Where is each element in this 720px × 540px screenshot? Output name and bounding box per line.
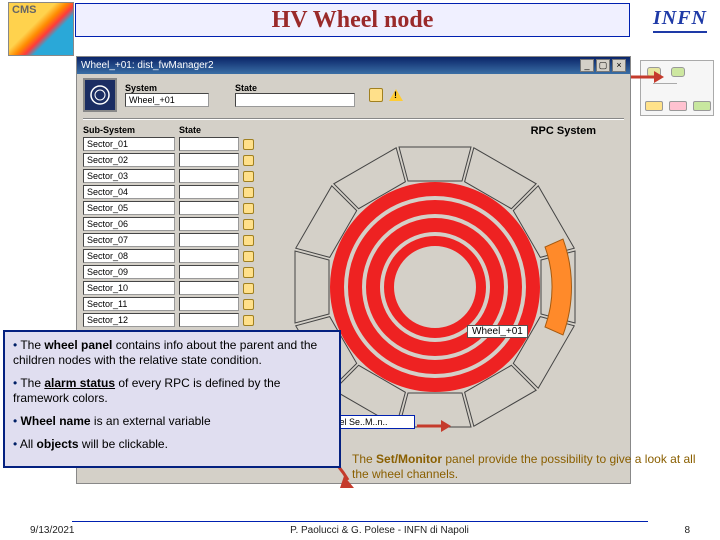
sector-state[interactable] <box>179 313 239 327</box>
sector-state[interactable] <box>179 137 239 151</box>
state-label: State <box>235 83 355 93</box>
sector-row[interactable]: Sector_10 <box>83 281 261 295</box>
footer-author: P. Paolucci & G. Polese - INFN di Napoli <box>75 525 685 536</box>
info-item-wheel-panel: The wheel panel contains info about the … <box>13 338 331 368</box>
window-max-button[interactable]: ▢ <box>596 59 610 72</box>
sector-state[interactable] <box>179 297 239 311</box>
lock-icon[interactable] <box>243 155 254 166</box>
sector-state[interactable] <box>179 265 239 279</box>
sector-row[interactable]: Sector_11 <box>83 297 261 311</box>
sector-row[interactable]: Sector_04 <box>83 185 261 199</box>
sector-name: Sector_01 <box>83 137 175 151</box>
rpc-title: RPC System <box>531 125 596 137</box>
sector-state[interactable] <box>179 233 239 247</box>
system-label: System <box>125 83 209 93</box>
sector-name: Sector_07 <box>83 233 175 247</box>
setmonitor-annotation: The Set/Monitor panel provide the possib… <box>352 452 697 482</box>
sector-state[interactable] <box>179 249 239 263</box>
arrow-to-setmonitor <box>417 417 451 435</box>
sector-name: Sector_03 <box>83 169 175 183</box>
sector-name: Sector_11 <box>83 297 175 311</box>
lock-icon[interactable] <box>243 139 254 150</box>
lock-icon[interactable] <box>243 315 254 326</box>
sector-row[interactable]: Sector_02 <box>83 153 261 167</box>
sector-row[interactable]: Sector_06 <box>83 217 261 231</box>
wheel-tag: Wheel_+01 <box>467 325 528 338</box>
lock-icon[interactable] <box>369 88 383 102</box>
sector-row[interactable]: Sector_09 <box>83 265 261 279</box>
slide-title-bar: HV Wheel node <box>75 3 630 37</box>
footer: 9/13/2021 P. Paolucci & G. Polese - INFN… <box>0 522 720 538</box>
cms-logo <box>8 2 74 56</box>
sector-name: Sector_10 <box>83 281 175 295</box>
sector-row[interactable]: Sector_07 <box>83 233 261 247</box>
lock-icon[interactable] <box>243 219 254 230</box>
subsystem-list: Sub-System State Sector_01 Sector_02 Secto… <box>77 123 267 331</box>
info-overlay: The wheel panel contains info about the … <box>3 330 341 468</box>
infn-logo: INFN <box>646 4 714 36</box>
system-value: Wheel_+01 <box>125 93 209 107</box>
lock-icon[interactable] <box>243 203 254 214</box>
lock-icon[interactable] <box>243 299 254 310</box>
footer-page: 8 <box>684 525 690 536</box>
sector-row[interactable]: Sector_03 <box>83 169 261 183</box>
sector-name: Sector_12 <box>83 313 175 327</box>
sector-name: Sector_05 <box>83 201 175 215</box>
sector-state[interactable] <box>179 281 239 295</box>
cern-badge-icon <box>83 78 117 112</box>
slide-title: HV Wheel node <box>272 7 434 34</box>
lock-icon[interactable] <box>243 283 254 294</box>
sector-row[interactable]: Sector_05 <box>83 201 261 215</box>
sector-row[interactable]: Sector_08 <box>83 249 261 263</box>
system-row: System Wheel_+01 State <box>77 74 630 114</box>
lock-icon[interactable] <box>243 267 254 278</box>
sector-name: Sector_08 <box>83 249 175 263</box>
lock-icon[interactable] <box>243 251 254 262</box>
warning-icon <box>389 89 403 101</box>
subsystem-state-header: State <box>179 125 261 135</box>
window-titlebar: Wheel_+01: dist_fwManager2 _ ▢ × <box>77 57 630 74</box>
sector-row[interactable]: Sector_01 <box>83 137 261 151</box>
sector-name: Sector_09 <box>83 265 175 279</box>
sector-row[interactable]: Sector_12 <box>83 313 261 327</box>
info-item-wheel-name: Wheel name is an external variable <box>13 414 331 429</box>
info-item-objects: All objects will be clickable. <box>13 437 331 452</box>
sector-state[interactable] <box>179 169 239 183</box>
footer-date: 9/13/2021 <box>30 525 75 536</box>
subsystem-header: Sub-System <box>83 125 179 135</box>
state-value[interactable] <box>235 93 355 107</box>
lock-icon[interactable] <box>243 235 254 246</box>
lock-icon[interactable] <box>243 171 254 182</box>
sector-state[interactable] <box>179 201 239 215</box>
window-title: Wheel_+01: dist_fwManager2 <box>81 60 214 71</box>
sector-name: Sector_04 <box>83 185 175 199</box>
window-close-button[interactable]: × <box>612 59 626 72</box>
sector-state[interactable] <box>179 185 239 199</box>
sector-name: Sector_06 <box>83 217 175 231</box>
info-item-alarm-status: The alarm status of every RPC is defined… <box>13 376 331 406</box>
sector-state[interactable] <box>179 153 239 167</box>
sector-state[interactable] <box>179 217 239 231</box>
window-min-button[interactable]: _ <box>580 59 594 72</box>
sector-name: Sector_02 <box>83 153 175 167</box>
lock-icon[interactable] <box>243 187 254 198</box>
